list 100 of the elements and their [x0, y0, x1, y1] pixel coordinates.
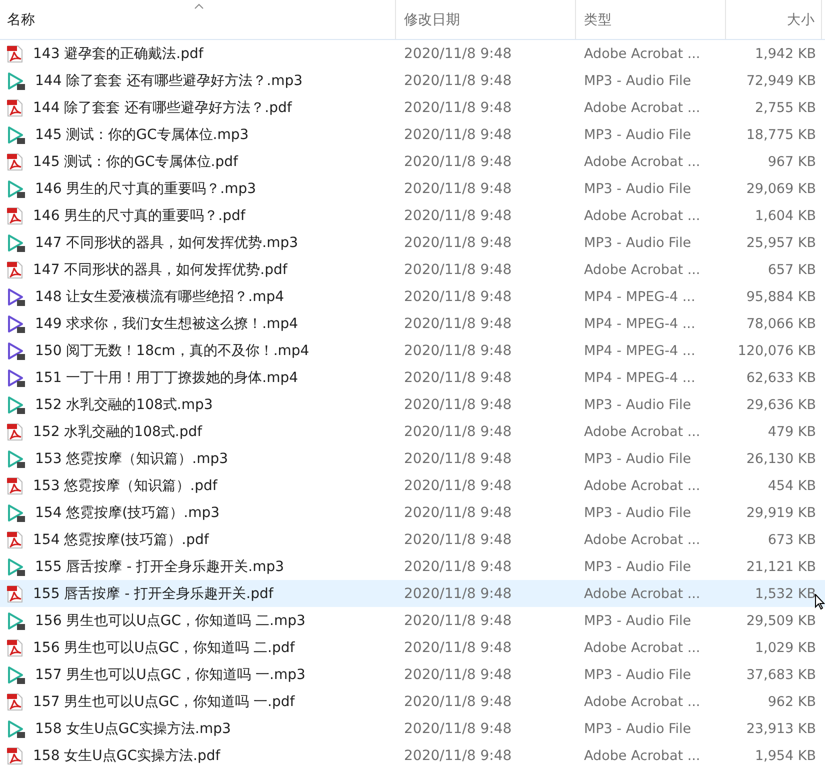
file-name[interactable]: 156 男生也可以U点GC，你知道吗 二.mp3 [35, 612, 306, 630]
modified-date: 2020/11/8 9:48 [404, 640, 512, 656]
file-size: 95,884 KB [746, 288, 816, 304]
file-name[interactable]: 158 女生U点GC实操方法.mp3 [35, 720, 231, 738]
file-size: 1,532 KB [754, 586, 816, 602]
file-name[interactable]: 153 悠霓按摩（知识篇）.mp3 [35, 450, 228, 468]
file-name[interactable]: 144 除了套套 还有哪些避孕好方法？.mp3 [35, 72, 303, 90]
file-size: 962 KB [768, 694, 816, 710]
file-size: 1,029 KB [754, 640, 816, 656]
file-type: Adobe Acrobat ... [584, 748, 700, 764]
file-name[interactable]: 156 男生也可以U点GC，你知道吗 二.pdf [33, 638, 295, 656]
column-header[interactable]: 大小 [726, 0, 822, 39]
file-name[interactable]: 158 女生U点GC实操方法.pdf [33, 746, 220, 764]
modified-date: 2020/11/8 9:48 [404, 100, 512, 116]
modified-date: 2020/11/8 9:48 [404, 694, 512, 710]
file-type: MP3 - Audio File [584, 72, 692, 88]
file-size: 18,775 KB [746, 126, 816, 142]
file-type: MP3 - Audio File [584, 234, 692, 250]
modified-date: 2020/11/8 9:48 [404, 424, 512, 440]
modified-date: 2020/11/8 9:48 [404, 316, 512, 332]
modified-date: 2020/11/8 9:48 [404, 558, 512, 574]
modified-date: 2020/11/8 9:48 [404, 478, 512, 494]
file-name[interactable]: 152 水乳交融的108式.pdf [33, 422, 202, 440]
modified-date: 2020/11/8 9:48 [404, 208, 512, 224]
modified-date: 2020/11/8 9:48 [404, 612, 512, 628]
file-type: Adobe Acrobat ... [584, 694, 700, 710]
file-size: 2,755 KB [754, 100, 816, 116]
file-name[interactable]: 157 男生也可以U点GC，你知道吗 一.mp3 [35, 666, 306, 684]
file-size: 29,636 KB [746, 396, 816, 412]
file-row-highlight[interactable]: 155 唇舌按摩 - 打开全身乐趣开关.pdf 2020/11/8 9:48 Adobe Acrobat ... 1,532 KB [0, 580, 825, 607]
file-name[interactable]: 152 水乳交融的108式.mp3 [35, 396, 213, 414]
file-type: MP3 - Audio File [584, 720, 692, 736]
modified-date: 2020/11/8 9:48 [404, 720, 512, 736]
file-type: Adobe Acrobat ... [584, 100, 700, 116]
column-header[interactable]: 类型 [576, 0, 726, 39]
file-type: MP3 - Audio File [584, 504, 692, 520]
modified-date: 2020/11/8 9:48 [404, 262, 512, 278]
file-name[interactable]: 155 唇舌按摩 - 打开全身乐趣开关.mp3 [35, 558, 284, 576]
file-name[interactable]: 146 男生的尺寸真的重要吗？.pdf [33, 206, 246, 224]
file-size: 29,069 KB [746, 180, 816, 196]
modified-date: 2020/11/8 9:48 [404, 126, 512, 142]
file-size: 26,130 KB [746, 450, 816, 466]
file-name[interactable]: 148 让女生爱液横流有哪些绝招？.mp4 [35, 288, 284, 306]
file-name[interactable]: 154 悠霓按摩(技巧篇）.mp3 [35, 504, 220, 522]
file-size: 29,509 KB [746, 612, 816, 628]
modified-date: 2020/11/8 9:48 [404, 586, 512, 602]
file-name[interactable]: 155 唇舌按摩 - 打开全身乐趣开关.pdf [33, 584, 274, 602]
file-size: 657 KB [768, 262, 816, 278]
file-size: 479 KB [768, 424, 816, 440]
modified-date: 2020/11/8 9:48 [404, 748, 512, 764]
file-name[interactable]: 153 悠霓按摩（知识篇）.pdf [33, 476, 218, 494]
file-type: MP3 - Audio File [584, 450, 692, 466]
file-type: MP3 - Audio File [584, 612, 692, 628]
file-type: MP4 - MPEG-4 ... [584, 370, 696, 386]
file-size: 1,954 KB [754, 748, 816, 764]
file-size: 120,076 KB [738, 342, 816, 358]
file-name[interactable]: 151 一丁十用！用丁丁撩拨她的身体.mp4 [35, 368, 298, 386]
column-header[interactable]: 修改日期 [396, 0, 576, 39]
file-type: MP3 - Audio File [584, 558, 692, 574]
file-name[interactable]: 147 不同形状的器具，如何发挥优势.mp3 [35, 234, 298, 252]
file-size: 37,683 KB [746, 666, 816, 682]
file-type: MP4 - MPEG-4 ... [584, 288, 696, 304]
file-size: 72,949 KB [746, 72, 816, 88]
modified-date: 2020/11/8 9:48 [404, 370, 512, 386]
file-size: 21,121 KB [746, 558, 816, 574]
file-type: Adobe Acrobat ... [584, 154, 700, 170]
file-name[interactable]: 144 除了套套 还有哪些避孕好方法？.pdf [33, 98, 292, 116]
file-type: MP3 - Audio File [584, 666, 692, 682]
file-type: Adobe Acrobat ... [584, 478, 700, 494]
column-header[interactable]: 名称 [0, 0, 396, 39]
modified-date: 2020/11/8 9:48 [404, 72, 512, 88]
file-name[interactable]: 154 悠霓按摩(技巧篇）.pdf [33, 530, 209, 548]
file-type: Adobe Acrobat ... [584, 208, 700, 224]
modified-date: 2020/11/8 9:48 [404, 396, 512, 412]
file-name[interactable]: 145 测试：你的GC专属体位.mp3 [35, 126, 249, 144]
file-size: 25,957 KB [746, 234, 816, 250]
file-name[interactable]: 150 阅丁无数！18cm，真的不及你！.mp4 [35, 342, 310, 360]
file-size: 1,942 KB [754, 46, 816, 62]
file-name[interactable]: 145 测试：你的GC专属体位.pdf [33, 152, 238, 170]
file-size: 673 KB [768, 532, 816, 548]
modified-date: 2020/11/8 9:48 [404, 234, 512, 250]
modified-date: 2020/11/8 9:48 [404, 666, 512, 682]
file-type: Adobe Acrobat ... [584, 640, 700, 656]
file-name[interactable]: 143 避孕套的正确戴法.pdf [33, 44, 204, 62]
file-name[interactable]: 157 男生也可以U点GC，你知道吗 一.pdf [33, 692, 295, 710]
file-name[interactable]: 147 不同形状的器具，如何发挥优势.pdf [33, 260, 288, 278]
file-type: MP4 - MPEG-4 ... [584, 316, 696, 332]
file-size: 62,633 KB [746, 370, 816, 386]
file-size: 967 KB [768, 154, 816, 170]
file-size: 1,604 KB [754, 208, 816, 224]
file-size: 78,066 KB [746, 316, 816, 332]
modified-date: 2020/11/8 9:48 [404, 532, 512, 548]
file-type: MP3 - Audio File [584, 126, 692, 142]
file-type: Adobe Acrobat ... [584, 532, 700, 548]
modified-date: 2020/11/8 9:48 [404, 342, 512, 358]
file-name[interactable]: 149 求求你，我们女生想被这么撩！.mp4 [35, 314, 298, 332]
modified-date: 2020/11/8 9:48 [404, 154, 512, 170]
file-type: Adobe Acrobat ... [584, 46, 700, 62]
file-name[interactable]: 146 男生的尺寸真的重要吗？.mp3 [35, 180, 256, 198]
file-type: Adobe Acrobat ... [584, 586, 700, 602]
